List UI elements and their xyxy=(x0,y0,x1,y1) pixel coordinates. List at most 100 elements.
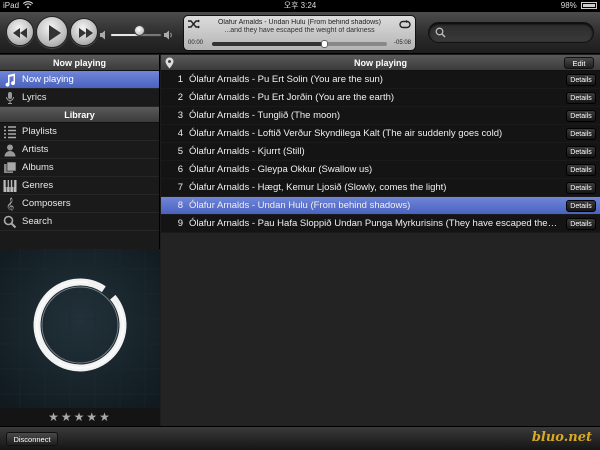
sidebar-item-composers[interactable]: 𝄞 Composers xyxy=(0,195,159,213)
track-number: 4 xyxy=(177,128,183,139)
track-number: 1 xyxy=(177,74,183,85)
track-number: 3 xyxy=(177,110,183,121)
star-icon[interactable]: ★ xyxy=(48,410,61,424)
song-title: Ólafur Arnalds - Undan Hulu (From behind… xyxy=(217,19,382,26)
play-button[interactable] xyxy=(36,16,68,48)
status-bar: iPad 오후 3:24 98% xyxy=(0,0,600,12)
star-icon[interactable]: ★ xyxy=(74,410,87,424)
rewind-icon xyxy=(13,28,27,38)
details-button[interactable]: Details xyxy=(566,92,596,104)
battery-icon xyxy=(581,2,597,9)
star-icon[interactable]: ★ xyxy=(86,410,99,424)
track-row[interactable]: 8 Ólafur Arnalds - Undan Hulu (From behin… xyxy=(161,197,600,215)
details-button[interactable]: Details xyxy=(566,128,596,140)
sidebar-item-now-playing[interactable]: Now playing xyxy=(0,71,159,89)
track-number: 6 xyxy=(177,164,183,175)
track-row[interactable]: 1 Ólafur Arnalds - Pu Ert Solin (You are … xyxy=(161,71,600,89)
svg-text:𝄞: 𝄞 xyxy=(6,198,14,211)
repeat-icon[interactable] xyxy=(399,20,411,29)
sidebar-header-library: Library xyxy=(0,107,159,123)
track-title: Ólafur Arnalds - Loftið Verður Skyndileg… xyxy=(189,128,503,139)
details-button[interactable]: Details xyxy=(566,164,596,176)
playlist-icon xyxy=(4,126,16,139)
treble-clef-icon: 𝄞 xyxy=(6,198,14,211)
bottom-bar: Disconnect bluo.net xyxy=(0,426,600,450)
fast-forward-icon xyxy=(79,28,93,38)
track-title: Ólafur Arnalds - Pu Ert Solin (You are t… xyxy=(189,74,383,85)
speaker-low-icon xyxy=(100,30,105,40)
person-icon xyxy=(4,144,16,157)
details-button[interactable]: Details xyxy=(566,200,596,212)
track-number: 2 xyxy=(177,92,183,103)
search-icon xyxy=(3,215,17,229)
sidebar-item-label: Search xyxy=(22,216,53,227)
status-right: 98% xyxy=(561,0,597,12)
sidebar-item-label: Albums xyxy=(22,162,54,173)
search-box[interactable] xyxy=(428,22,594,43)
now-playing-display: Ólafur Arnalds - Undan Hulu (From behind… xyxy=(183,15,416,51)
track-row[interactable]: 2 Ólafur Arnalds - Pu Ert Jorðin (You are… xyxy=(161,89,600,107)
sidebar-item-playlists[interactable]: Playlists xyxy=(0,123,159,141)
sidebar-item-label: Genres xyxy=(22,180,54,191)
volume-knob[interactable] xyxy=(133,25,145,36)
sidebar-item-artists[interactable]: Artists xyxy=(0,141,159,159)
status-time: 오후 3:24 xyxy=(283,1,317,10)
details-button[interactable]: Details xyxy=(566,182,596,194)
next-button[interactable] xyxy=(70,18,98,46)
progress-scrubber[interactable] xyxy=(212,40,387,48)
rating-stars[interactable]: ★★★★★ xyxy=(0,408,160,426)
list-title: Now playing xyxy=(353,58,407,68)
sidebar-item-label: Composers xyxy=(22,198,71,209)
details-button[interactable]: Details xyxy=(566,74,596,86)
sidebar-item-label: Artists xyxy=(22,144,49,155)
sidebar-item-albums[interactable]: Albums xyxy=(0,159,159,177)
shuffle-icon[interactable] xyxy=(188,19,200,29)
track-row[interactable]: 6 Ólafur Arnalds - Gleypa Okkur (Swallow … xyxy=(161,161,600,179)
track-rows: 1 Ólafur Arnalds - Pu Ert Solin (You are … xyxy=(161,71,600,233)
song-lyric-line: ...and they have escaped the weight of d… xyxy=(224,27,375,34)
sidebar-item-lyrics[interactable]: Lyrics xyxy=(0,89,159,107)
track-row[interactable]: 3 Ólafur Arnalds - Tunglið (The moon) Deta… xyxy=(161,107,600,125)
track-title: Ólafur Arnalds - Undan Hulu (From behind… xyxy=(189,200,411,211)
watermark: bluo.net xyxy=(531,430,592,445)
track-title: Ólafur Arnalds - Tunglið (The moon) xyxy=(189,110,341,121)
details-button[interactable]: Details xyxy=(566,146,596,158)
disconnect-button[interactable]: Disconnect xyxy=(6,432,58,446)
track-number: 7 xyxy=(177,182,183,193)
track-title: Ólafur Arnalds - Hægt, Kemur Ljosið (Slo… xyxy=(189,182,447,193)
sidebar-item-label: Lyrics xyxy=(22,92,47,103)
sidebar: Now playing Now playing Lyrics Library P… xyxy=(0,55,160,426)
location-pin-icon[interactable] xyxy=(165,57,174,69)
now-playing-list: Now playing Edit 1 Ólafur Arnalds - Pu Er… xyxy=(161,55,600,426)
details-button[interactable]: Details xyxy=(566,218,596,230)
microphone-icon xyxy=(6,92,14,104)
track-title: Ólafur Arnalds - Pau Hafa Sloppið Undan … xyxy=(189,218,559,229)
search-icon xyxy=(435,27,446,38)
track-title: Ólafur Arnalds - Pu Ert Jorðin (You are … xyxy=(189,92,395,103)
music-note-icon xyxy=(5,73,16,87)
battery-percent: 98% xyxy=(560,1,577,10)
track-row[interactable]: 9 Ólafur Arnalds - Pau Hafa Sloppið Undan… xyxy=(161,215,600,233)
track-row[interactable]: 7 Ólafur Arnalds - Hægt, Kemur Ljosið (Sl… xyxy=(161,179,600,197)
album-icon xyxy=(4,161,17,173)
edit-button[interactable]: Edit xyxy=(564,57,594,69)
track-title: Ólafur Arnalds - Kjurrt (Still) xyxy=(189,146,305,157)
elapsed-time: 00:00 xyxy=(188,40,204,46)
progress-knob[interactable] xyxy=(321,40,328,48)
track-number: 9 xyxy=(177,218,183,229)
piano-icon xyxy=(3,180,17,192)
track-row[interactable]: 4 Ólafur Arnalds - Loftið Verður Skyndile… xyxy=(161,125,600,143)
track-number: 8 xyxy=(177,200,183,211)
star-icon[interactable]: ★ xyxy=(99,410,112,424)
star-icon[interactable]: ★ xyxy=(61,410,74,424)
player-toolbar: Ólafur Arnalds - Undan Hulu (From behind… xyxy=(0,12,600,54)
track-row[interactable]: 5 Ólafur Arnalds - Kjurrt (Still) Details xyxy=(161,143,600,161)
sidebar-item-search[interactable]: Search xyxy=(0,213,159,231)
search-input[interactable] xyxy=(451,25,587,40)
details-button[interactable]: Details xyxy=(566,110,596,122)
sidebar-item-label: Playlists xyxy=(22,126,57,137)
previous-button[interactable] xyxy=(6,18,34,46)
sidebar-item-genres[interactable]: Genres xyxy=(0,177,159,195)
volume-slider[interactable] xyxy=(100,25,172,41)
track-number: 5 xyxy=(177,146,183,157)
